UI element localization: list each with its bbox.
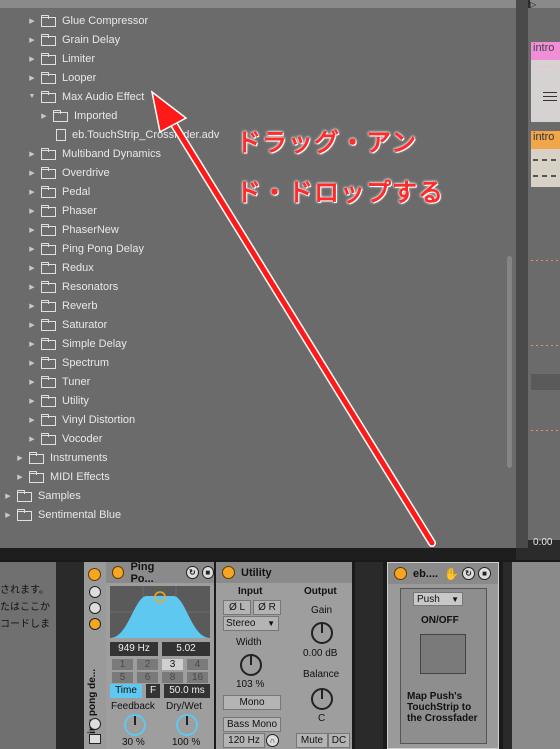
drag-arrow — [150, 90, 436, 547]
annotation-line-2: ド・ドロップする — [236, 178, 445, 207]
annotation-line-1: ドラッグ・アン — [236, 128, 418, 157]
